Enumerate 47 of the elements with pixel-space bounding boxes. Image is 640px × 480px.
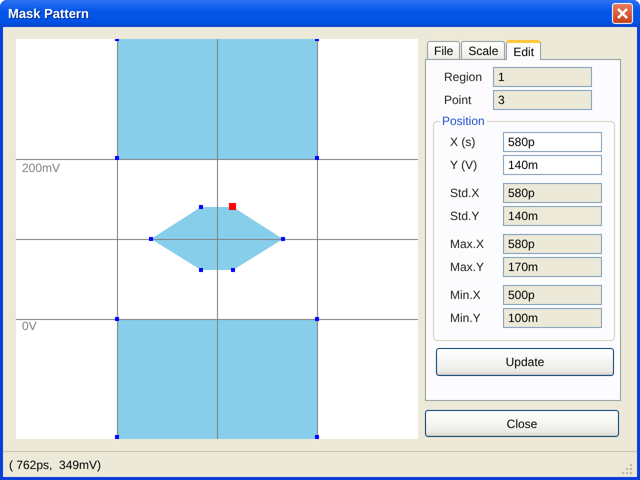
window-title: Mask Pattern <box>8 6 89 21</box>
point-handle <box>315 317 319 321</box>
input-field[interactable]: 100m <box>503 308 602 328</box>
point-handle <box>115 156 119 160</box>
input-field[interactable]: 170m <box>503 257 602 277</box>
axis-label: 0V <box>22 319 37 333</box>
field-label: Y (V) <box>449 158 478 172</box>
axis-label: 200mV <box>22 161 60 175</box>
point-handle <box>315 435 319 439</box>
input-field[interactable]: 3 <box>493 90 592 110</box>
resize-grip-icon <box>622 464 633 475</box>
input-field[interactable]: 1 <box>493 67 592 87</box>
field-label: Std.Y <box>449 209 480 223</box>
tab[interactable]: File <box>427 41 460 59</box>
point-handle <box>115 317 119 321</box>
point-handle <box>315 156 319 160</box>
close-icon <box>616 7 629 20</box>
field-label: Region <box>443 70 484 84</box>
field-label: Min.Y <box>449 311 482 325</box>
point-handle <box>199 268 203 272</box>
field-label: Max.Y <box>449 260 486 274</box>
point-handle <box>281 237 285 241</box>
point-handle <box>115 435 119 439</box>
point-handle <box>149 237 153 241</box>
close-button[interactable]: Close <box>425 410 619 437</box>
update-button[interactable]: Update <box>436 348 614 376</box>
selected-point-handle <box>229 203 236 210</box>
status-text: ( 762ps, 349mV) <box>9 458 102 472</box>
point-handle <box>315 39 319 41</box>
field-label: X (s) <box>449 135 476 149</box>
input-field[interactable]: 140m <box>503 155 602 175</box>
field-label: Max.X <box>449 237 486 251</box>
tab[interactable]: Scale <box>461 41 506 59</box>
input-field[interactable]: 580p <box>503 183 602 203</box>
input-field[interactable]: 580p <box>503 132 602 152</box>
point-handle <box>199 205 203 209</box>
input-field[interactable]: 140m <box>503 206 602 226</box>
input-field[interactable]: 500p <box>503 285 602 305</box>
point-handle <box>115 39 119 41</box>
point-handle <box>231 268 235 272</box>
field-label: Std.X <box>449 186 480 200</box>
input-field[interactable]: 580p <box>503 234 602 254</box>
close-button[interactable] <box>612 3 633 24</box>
group-title: Position <box>440 114 487 128</box>
field-label: Min.X <box>449 288 482 302</box>
tab[interactable]: Edit <box>506 40 542 60</box>
field-label: Point <box>443 93 472 107</box>
